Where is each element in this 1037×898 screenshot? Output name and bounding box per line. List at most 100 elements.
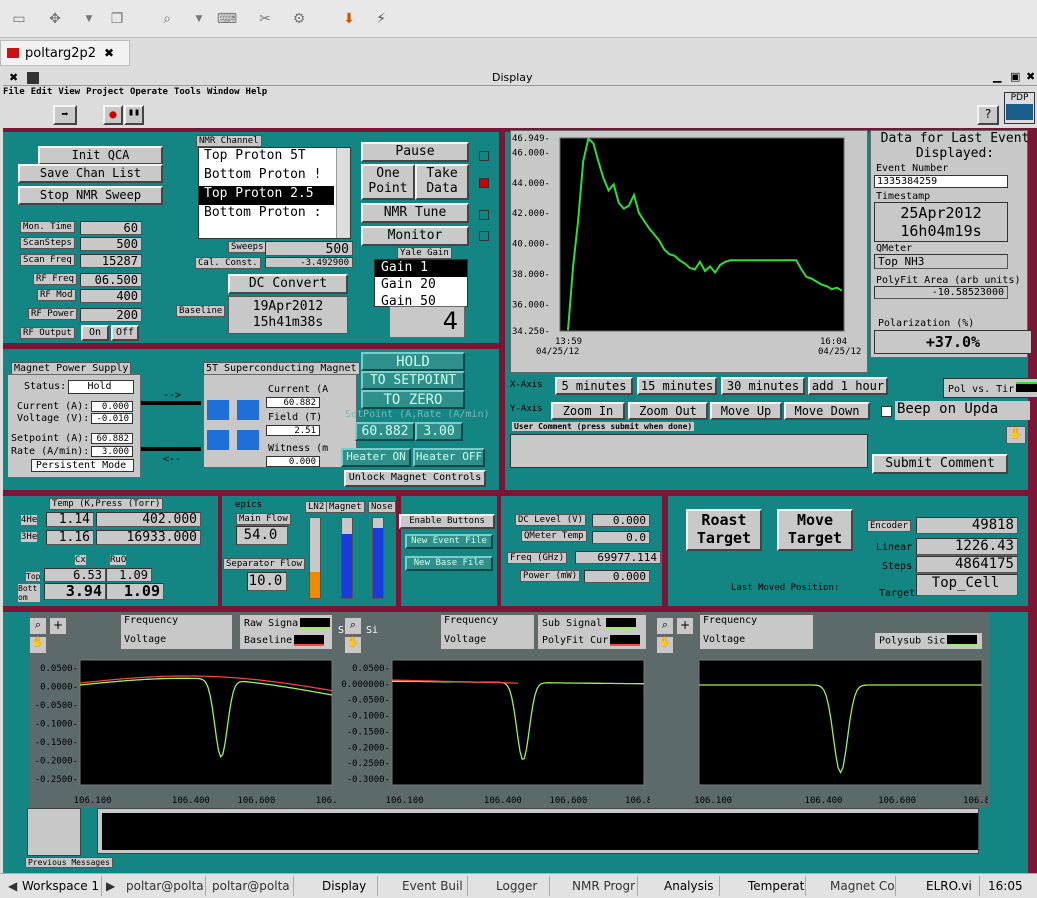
gain-item[interactable]: Gain 20 xyxy=(375,277,467,294)
new-base-file-button[interactable]: New Base File xyxy=(405,556,493,571)
take-data-button[interactable]: Take Data xyxy=(415,164,469,200)
x-5min-button[interactable]: 5 minutes xyxy=(555,377,633,395)
zoom-tool-icon[interactable]: ⌕ xyxy=(656,617,674,635)
taskbar-item[interactable]: Event Buil xyxy=(380,876,468,896)
pause-button[interactable]: Pause xyxy=(361,142,469,162)
plus-tool-icon[interactable]: + xyxy=(49,617,67,635)
unlock-magnet-button[interactable]: Unlock Magnet Controls xyxy=(344,470,486,487)
maximize-icon[interactable]: ▣ xyxy=(1010,70,1020,83)
beep-checkbox[interactable] xyxy=(881,406,892,417)
zoom-out-button[interactable]: Zoom Out xyxy=(628,402,708,420)
close-icon[interactable]: ✖ xyxy=(104,46,114,60)
taskbar-item[interactable]: Analysis xyxy=(640,876,720,896)
menu-operate[interactable]: Operate xyxy=(130,87,168,97)
rate-field[interactable]: 3.000 xyxy=(91,446,133,457)
window-icon[interactable]: ▭ xyxy=(8,8,30,30)
scan-steps-field[interactable]: 500 xyxy=(80,237,142,251)
rf-mod-field[interactable]: 400 xyxy=(80,289,142,303)
abort-icon[interactable]: ● xyxy=(103,105,123,125)
zoom-tool-icon[interactable]: ⌕ xyxy=(344,617,362,635)
channel-item[interactable]: Bottom Proton : xyxy=(199,205,334,224)
x-add-hour-button[interactable]: add 1 hour xyxy=(808,377,888,395)
menu-edit[interactable]: Edit xyxy=(31,87,53,97)
move-target-button[interactable]: Move Target xyxy=(777,509,853,551)
channel-item[interactable]: Bottom Proton ! xyxy=(199,167,334,186)
download-icon[interactable]: ⬇ xyxy=(338,8,360,30)
to-zero-button[interactable]: TO ZERO xyxy=(361,390,465,409)
nmr-channel-list[interactable]: Top Proton 5T Bottom Proton ! Top Proton… xyxy=(198,147,351,239)
move-up-button[interactable]: Move Up xyxy=(710,402,782,420)
workspace-switcher[interactable]: Workspace 1 xyxy=(18,876,102,896)
channel-item[interactable]: Top Proton 5T xyxy=(199,148,334,167)
taskbar-item[interactable]: NMR Progr xyxy=(552,876,638,896)
workspace-prev-icon[interactable]: ◀ xyxy=(4,876,18,896)
app-tab[interactable]: poltarg2p2 ✖ xyxy=(0,40,130,66)
submit-comment-button[interactable]: Submit Comment xyxy=(872,454,1008,474)
chevron-down-icon[interactable]: ▼ xyxy=(78,8,100,30)
zoom-icon[interactable]: ⌕ xyxy=(156,8,178,30)
heater-on-button[interactable]: Heater ON xyxy=(341,448,411,467)
zoom-in-button[interactable]: Zoom In xyxy=(551,402,625,420)
zoom-tool-icon[interactable]: ⌕ xyxy=(29,617,47,635)
to-setpoint-button[interactable]: TO SETPOINT xyxy=(361,371,465,390)
sweeps-field[interactable]: 500 xyxy=(265,241,353,256)
hold-button[interactable]: HOLD xyxy=(361,352,465,371)
hand-tool-icon[interactable]: ✋ xyxy=(344,636,362,654)
taskbar-item-active[interactable]: Display xyxy=(296,876,378,896)
taskbar-item[interactable]: poltar@polta xyxy=(208,876,294,896)
menu-view[interactable]: View xyxy=(58,87,80,97)
x-15min-button[interactable]: 15 minutes xyxy=(637,377,717,395)
setpoint-value[interactable]: 60.882 xyxy=(355,422,415,441)
hand-tool-icon[interactable]: ✋ xyxy=(656,636,674,654)
gear-icon[interactable]: ⚙ xyxy=(288,8,310,30)
stop-nmr-sweep-button[interactable]: Stop NMR Sweep xyxy=(18,186,163,205)
dc-convert-button[interactable]: DC Convert xyxy=(228,274,348,294)
scan-freq-field[interactable]: 15287 xyxy=(80,254,142,268)
hand-tool-icon[interactable]: ✋ xyxy=(1006,426,1026,444)
tools-icon[interactable]: ✂ xyxy=(254,8,276,30)
nmr-tune-button[interactable]: NMR Tune xyxy=(361,203,469,223)
plus-tool-icon[interactable]: + xyxy=(676,617,694,635)
plug-icon[interactable]: ⚡ xyxy=(370,8,392,30)
keyboard-icon[interactable]: ⌨ xyxy=(216,8,238,30)
pause-icon[interactable]: ▮▮ xyxy=(124,105,144,125)
menu-project[interactable]: Project xyxy=(86,87,124,97)
taskbar-item[interactable]: poltar@polta xyxy=(122,876,206,896)
heater-off-button[interactable]: Heater OFF xyxy=(413,448,485,467)
rf-power-field[interactable]: 200 xyxy=(80,308,142,322)
workspace-next-icon[interactable]: ▶ xyxy=(102,876,118,896)
menu-window[interactable]: Window xyxy=(207,87,240,97)
chevron-down-icon[interactable]: ▼ xyxy=(188,8,210,30)
close-icon[interactable]: ✖ xyxy=(1026,70,1035,83)
move-icon[interactable]: ✥ xyxy=(44,8,66,30)
enable-buttons-button[interactable]: Enable Buttons xyxy=(399,514,495,529)
menu-help[interactable]: Help xyxy=(246,87,268,97)
rf-freq-field[interactable]: 06.500 xyxy=(80,273,142,287)
taskbar-item[interactable]: ELRO.vi xyxy=(898,876,980,896)
save-chan-list-button[interactable]: Save Chan List xyxy=(18,164,163,183)
taskbar-item[interactable]: Logger xyxy=(470,876,550,896)
one-point-button[interactable]: One Point xyxy=(361,164,415,200)
mon-time-field[interactable]: 60 xyxy=(80,221,142,235)
help-icon[interactable]: ? xyxy=(977,105,999,125)
gain-item-selected[interactable]: Gain 1 xyxy=(375,260,467,277)
rf-on-button[interactable]: On xyxy=(81,325,109,341)
channel-item-selected[interactable]: Top Proton 2.5 xyxy=(199,186,334,205)
rf-off-button[interactable]: Off xyxy=(111,325,139,341)
run-arrow-icon[interactable]: ➡ xyxy=(53,105,77,125)
menu-file[interactable]: File xyxy=(3,87,25,97)
taskbar-item[interactable]: Magnet Co xyxy=(808,876,896,896)
move-down-button[interactable]: Move Down xyxy=(784,402,870,420)
menu-tools[interactable]: Tools xyxy=(174,87,201,97)
comment-input[interactable] xyxy=(510,434,868,468)
taskbar-item[interactable]: Temperat xyxy=(722,876,806,896)
rate-value[interactable]: 3.00 xyxy=(415,422,463,441)
setpoint-field[interactable]: 60.882 xyxy=(91,433,133,444)
new-event-file-button[interactable]: New Event File xyxy=(405,534,493,549)
copy-icon[interactable]: ❐ xyxy=(106,8,128,30)
scrollbar[interactable] xyxy=(336,148,350,238)
init-qca-button[interactable]: Init QCA xyxy=(38,146,163,165)
x-30min-button[interactable]: 30 minutes xyxy=(721,377,805,395)
close-window-icon[interactable]: ✖ xyxy=(9,71,18,84)
roast-target-button[interactable]: Roast Target xyxy=(686,509,762,551)
